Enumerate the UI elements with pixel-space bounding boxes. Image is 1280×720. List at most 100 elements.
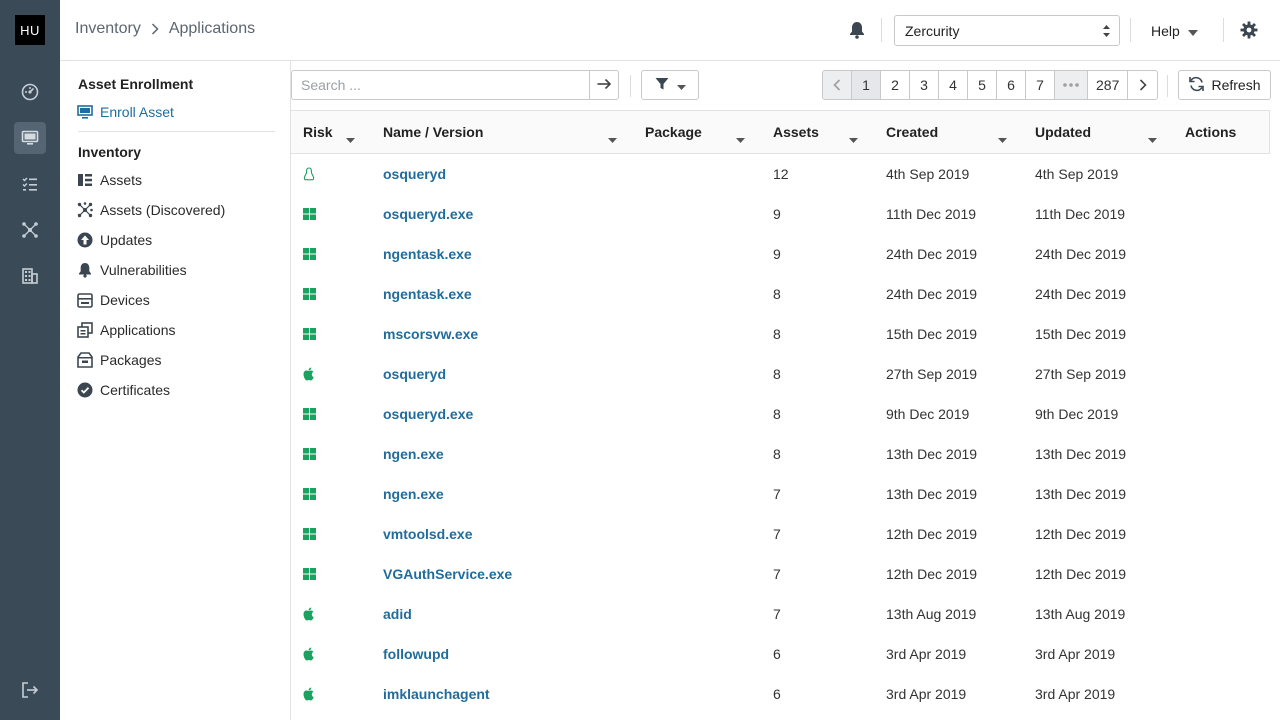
sort-caret-icon[interactable] (1148, 130, 1157, 146)
table-row[interactable]: ngentask.exe 8 24th Dec 2019 24th Dec 2019 (291, 274, 1270, 314)
table-row[interactable]: osqueryd.exe 9 11th Dec 2019 11th Dec 2019 (291, 194, 1270, 234)
apple-icon (303, 607, 317, 621)
search-input[interactable] (292, 71, 590, 99)
sort-caret-icon[interactable] (998, 130, 1007, 146)
application-name-link[interactable]: osqueryd (383, 166, 446, 182)
main-content: 1 2 3 4 5 6 7 287 Refresh Risk Name / Ve… (290, 61, 1280, 720)
next-page-button[interactable] (1128, 71, 1157, 99)
application-name-link[interactable]: mscorsvw.exe (383, 326, 478, 342)
sort-caret-icon[interactable] (736, 130, 745, 146)
table-row[interactable]: ngentask.exe 9 24th Dec 2019 24th Dec 2019 (291, 234, 1270, 274)
application-name-link[interactable]: ngentask.exe (383, 286, 472, 302)
application-name-link[interactable]: ngentask.exe (383, 246, 472, 262)
sort-caret-icon[interactable] (608, 130, 617, 146)
table-row[interactable]: osqueryd 12 4th Sep 2019 4th Sep 2019 (291, 154, 1270, 194)
organization-rail-button[interactable] (14, 260, 46, 292)
application-name-link[interactable]: VGAuthService.exe (383, 566, 512, 582)
dashboard-rail-button[interactable] (14, 76, 46, 108)
dashboard-icon (21, 83, 39, 101)
column-header-name[interactable]: Name / Version (383, 124, 483, 140)
sort-caret-icon[interactable] (849, 130, 858, 146)
pagination-ellipsis-icon (1055, 71, 1088, 99)
column-header-package[interactable]: Package (645, 124, 702, 140)
table-row[interactable]: ngen.exe 8 13th Dec 2019 13th Dec 2019 (291, 434, 1270, 474)
organization-select[interactable]: Zercurity (894, 15, 1120, 46)
help-menu[interactable]: Help (1151, 23, 1198, 39)
chevron-right-icon (151, 23, 159, 35)
table-row[interactable]: VGAuthService.exe 7 12th Dec 2019 12th Dec … (291, 554, 1270, 594)
windows-icon (303, 327, 317, 341)
settings-gear-icon[interactable] (1240, 21, 1258, 42)
column-header-risk[interactable]: Risk (303, 124, 333, 140)
updated-date-cell: 12th Dec 2019 (1035, 526, 1127, 542)
page-button[interactable]: 1 (852, 71, 881, 99)
search-submit-button[interactable] (589, 71, 618, 99)
org-logo[interactable]: HU (15, 15, 45, 45)
chevron-right-icon (1139, 79, 1147, 91)
assets-count-cell: 8 (773, 406, 781, 422)
application-name-link[interactable]: vmtoolsd.exe (383, 526, 472, 542)
page-button[interactable]: 6 (997, 71, 1026, 99)
page-button[interactable]: 2 (881, 71, 910, 99)
created-date-cell: 13th Dec 2019 (886, 446, 978, 462)
prev-page-button[interactable] (823, 71, 852, 99)
header-divider (881, 18, 882, 42)
sort-caret-icon[interactable] (346, 130, 355, 146)
sidebar-item-applications[interactable]: Applications (76, 320, 176, 340)
sidebar-item-packages[interactable]: Packages (76, 350, 161, 370)
header-divider (1223, 18, 1224, 42)
breadcrumb-inventory[interactable]: Inventory (75, 20, 141, 38)
sidebar-item-assets[interactable]: Assets (76, 170, 142, 190)
application-name-link[interactable]: ngen.exe (383, 446, 444, 462)
notifications-bell-icon[interactable] (849, 21, 865, 42)
sidebar-item-assets-discovered[interactable]: Assets (Discovered) (76, 200, 225, 220)
refresh-button[interactable]: Refresh (1178, 70, 1271, 100)
table-row[interactable]: osqueryd.exe 8 9th Dec 2019 9th Dec 2019 (291, 394, 1270, 434)
page-button[interactable]: 3 (910, 71, 939, 99)
page-button[interactable]: 5 (968, 71, 997, 99)
table-row[interactable]: vmtoolsd.exe 7 12th Dec 2019 12th Dec 2019 (291, 514, 1270, 554)
windows-icon (303, 207, 317, 221)
sidebar-item-label: Vulnerabilities (100, 262, 187, 278)
application-name-link[interactable]: followupd (383, 646, 449, 662)
column-header-updated[interactable]: Updated (1035, 124, 1091, 140)
windows-icon (303, 407, 317, 421)
application-name-link[interactable]: adid (383, 606, 412, 622)
table-row[interactable]: ngen.exe 7 13th Dec 2019 13th Dec 2019 (291, 474, 1270, 514)
logout-rail-button[interactable] (14, 674, 46, 706)
application-name-link[interactable]: osqueryd.exe (383, 406, 473, 422)
column-header-assets[interactable]: Assets (773, 124, 819, 140)
network-rail-button[interactable] (14, 214, 46, 246)
table-row[interactable]: adid 7 13th Aug 2019 13th Aug 2019 (291, 594, 1270, 634)
application-name-link[interactable]: ngen.exe (383, 486, 444, 502)
last-page-button[interactable]: 287 (1088, 71, 1129, 99)
sidebar-item-vulnerabilities[interactable]: Vulnerabilities (76, 260, 187, 280)
page-button[interactable]: 7 (1026, 71, 1055, 99)
sidebar-item-devices[interactable]: Devices (76, 290, 150, 310)
discovered-icon (76, 201, 94, 219)
tasks-rail-button[interactable] (14, 168, 46, 200)
column-header-created[interactable]: Created (886, 124, 938, 140)
created-date-cell: 4th Sep 2019 (886, 166, 970, 182)
linux-icon (303, 167, 317, 181)
table-row[interactable]: followupd 6 3rd Apr 2019 3rd Apr 2019 (291, 634, 1270, 674)
monitor-icon (21, 130, 39, 145)
sidebar-item-certificates[interactable]: Certificates (76, 380, 170, 400)
application-name-link[interactable]: osqueryd (383, 366, 446, 382)
assets-count-cell: 8 (773, 366, 781, 382)
table-row[interactable]: mscorsvw.exe 8 15th Dec 2019 15th Dec 2019 (291, 314, 1270, 354)
table-row[interactable]: imklaunchagent 6 3rd Apr 2019 3rd Apr 2019 (291, 674, 1270, 714)
application-name-link[interactable]: imklaunchagent (383, 686, 490, 702)
filter-button[interactable] (641, 70, 699, 100)
sidebar-item-updates[interactable]: Updates (76, 230, 152, 250)
application-name-link[interactable]: osqueryd.exe (383, 206, 473, 222)
enroll-asset-link[interactable]: Enroll Asset (76, 102, 174, 122)
created-date-cell: 11th Dec 2019 (886, 206, 977, 222)
assets-count-cell: 12 (773, 166, 789, 182)
help-label: Help (1151, 23, 1180, 39)
table-row[interactable]: osqueryd 8 27th Sep 2019 27th Sep 2019 (291, 354, 1270, 394)
page-button[interactable]: 4 (939, 71, 968, 99)
sidebar-item-label: Assets (100, 172, 143, 188)
windows-icon (303, 527, 317, 541)
inventory-rail-button[interactable] (14, 122, 46, 154)
